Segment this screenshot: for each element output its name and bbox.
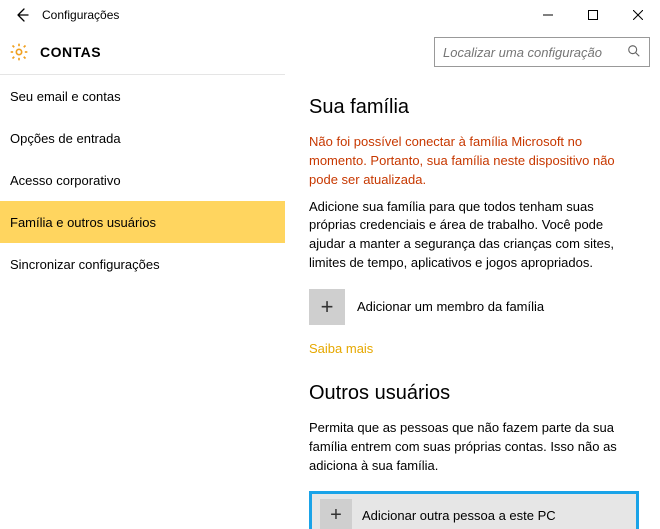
add-family-member-label: Adicionar um membro da família: [357, 299, 544, 314]
main-panel: Sua família Não foi possível conectar à …: [285, 74, 660, 529]
sidebar-item-sync-settings[interactable]: Sincronizar configurações: [0, 243, 285, 285]
close-button[interactable]: [615, 0, 660, 30]
minimize-button[interactable]: [525, 0, 570, 30]
sidebar: Seu email e contas Opções de entrada Ace…: [0, 74, 285, 529]
maximize-icon: [588, 10, 598, 20]
settings-gear-icon: [8, 41, 30, 63]
sidebar-item-family-other-users[interactable]: Família e outros usuários: [0, 201, 285, 243]
add-other-user-button[interactable]: + Adicionar outra pessoa a este PC: [309, 491, 639, 529]
sidebar-item-label: Seu email e contas: [10, 89, 121, 104]
other-users-heading: Outros usuários: [309, 382, 642, 405]
header-row: CONTAS: [0, 30, 660, 74]
search-box[interactable]: [434, 37, 650, 67]
window-controls: [525, 0, 660, 30]
add-other-user-label: Adicionar outra pessoa a este PC: [362, 508, 556, 523]
sidebar-item-label: Acesso corporativo: [10, 173, 121, 188]
sidebar-item-label: Família e outros usuários: [10, 215, 156, 230]
search-input[interactable]: [443, 45, 627, 60]
sidebar-item-work-access[interactable]: Acesso corporativo: [0, 159, 285, 201]
family-error-text: Não foi possível conectar à família Micr…: [309, 133, 642, 190]
titlebar: Configurações: [0, 0, 660, 30]
sidebar-item-signin-options[interactable]: Opções de entrada: [0, 117, 285, 159]
family-description: Adicione sua família para que todos tenh…: [309, 198, 642, 273]
minimize-icon: [543, 10, 553, 20]
add-family-member-button[interactable]: + Adicionar um membro da família: [309, 289, 642, 325]
sidebar-item-email-accounts[interactable]: Seu email e contas: [0, 75, 285, 117]
close-icon: [633, 10, 643, 20]
plus-icon: +: [320, 499, 352, 529]
learn-more-link[interactable]: Saiba mais: [309, 341, 373, 356]
content: Seu email e contas Opções de entrada Ace…: [0, 74, 660, 529]
back-arrow-icon: [14, 7, 30, 23]
sidebar-item-label: Opções de entrada: [10, 131, 121, 146]
other-users-description: Permita que as pessoas que não fazem par…: [309, 419, 642, 476]
maximize-button[interactable]: [570, 0, 615, 30]
sidebar-item-label: Sincronizar configurações: [10, 257, 160, 272]
family-heading: Sua família: [309, 96, 642, 119]
back-button[interactable]: [8, 1, 36, 29]
search-icon: [627, 44, 641, 61]
plus-icon: +: [309, 289, 345, 325]
window-title: Configurações: [42, 8, 119, 22]
page-title: CONTAS: [40, 44, 101, 60]
